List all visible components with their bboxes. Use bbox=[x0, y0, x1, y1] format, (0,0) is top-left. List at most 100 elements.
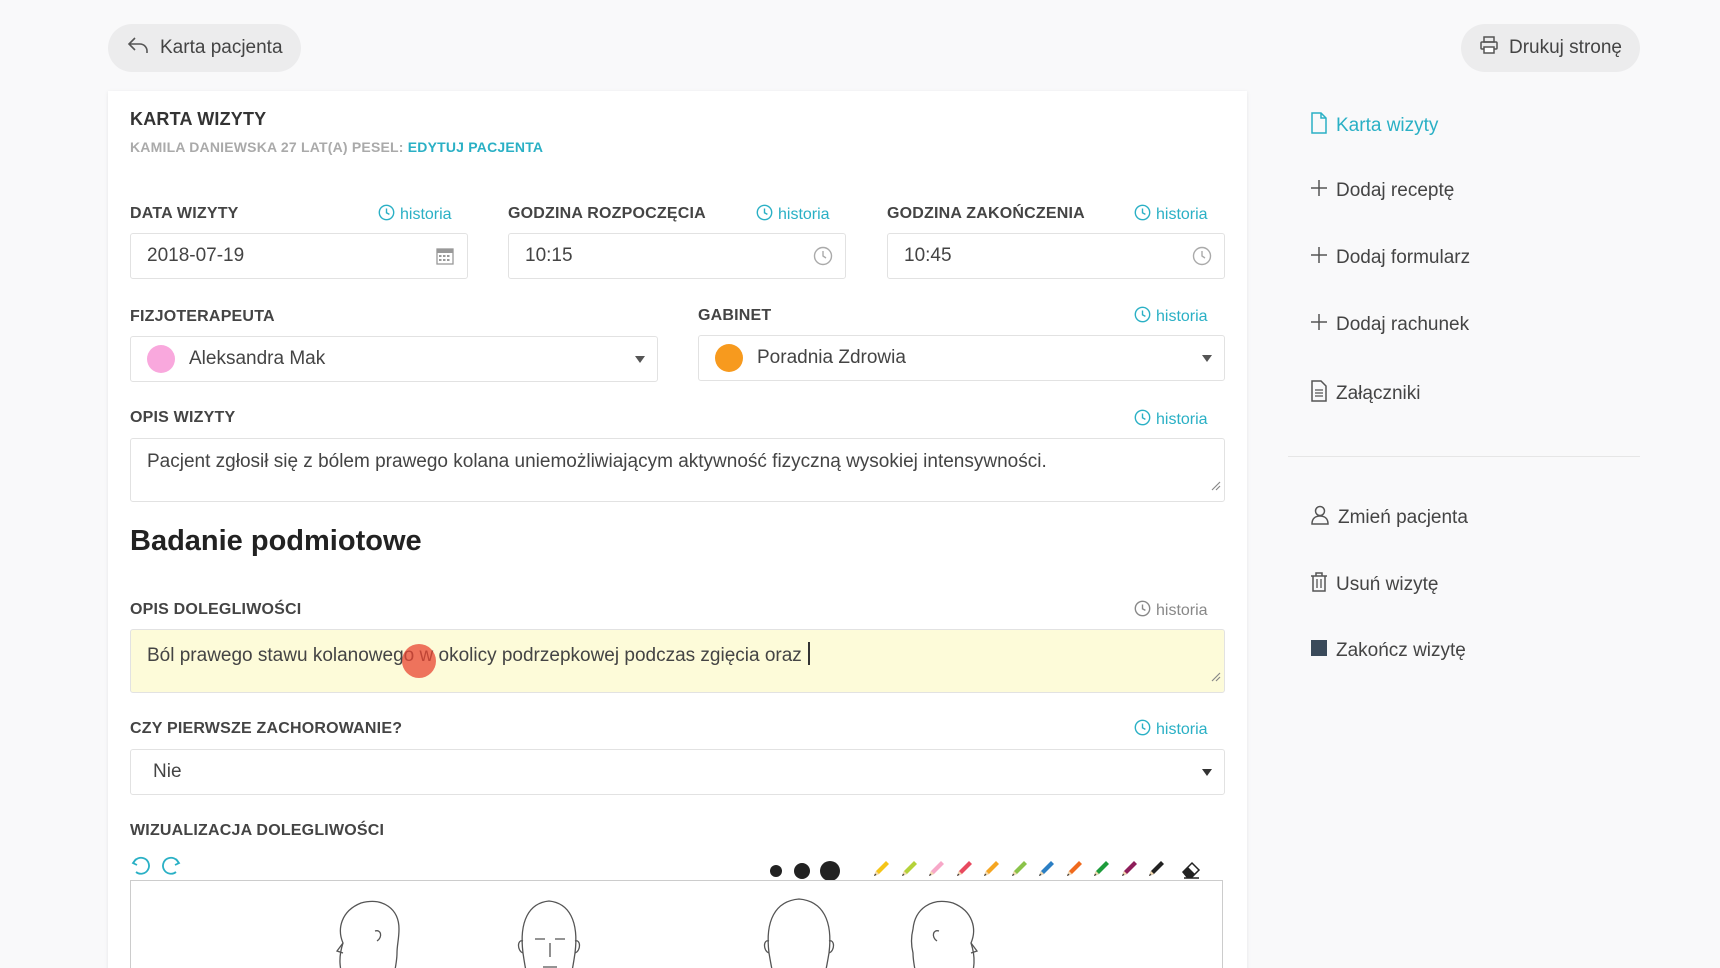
complaint-value: Ból prawego stawu kolanowego w okolicy p… bbox=[147, 645, 802, 666]
head-outlines bbox=[335, 898, 979, 968]
card-title: KARTA WIZYTY bbox=[130, 109, 267, 129]
first-illness-history-link[interactable]: historia bbox=[1134, 719, 1208, 741]
brush-size-small[interactable] bbox=[770, 865, 782, 877]
sidebar-item-label: Zmień pacjenta bbox=[1338, 507, 1468, 528]
drawing-toolbar bbox=[130, 853, 1201, 883]
printer-icon bbox=[1479, 35, 1499, 61]
body-drawing-canvas[interactable] bbox=[130, 880, 1223, 968]
sidebar-item-label: Dodaj formularz bbox=[1336, 247, 1471, 268]
office-color-dot bbox=[715, 344, 743, 372]
plus-icon bbox=[1310, 246, 1328, 270]
sidebar-item-visit-card[interactable]: Karta wizyty bbox=[1310, 112, 1438, 140]
clock-icon bbox=[1134, 306, 1151, 328]
date-history-link[interactable]: historia bbox=[378, 204, 452, 226]
sidebar-item-label: Zakończ wizytę bbox=[1336, 640, 1466, 661]
office-history-link[interactable]: historia bbox=[1134, 306, 1208, 328]
pointer-cursor bbox=[402, 644, 436, 678]
therapist-label: FIZJOTERAPEUTA bbox=[130, 308, 275, 325]
sidebar-item-change-patient[interactable]: Zmień pacjenta bbox=[1310, 505, 1468, 531]
clock-icon bbox=[1134, 719, 1151, 741]
sidebar-item-add-prescription[interactable]: Dodaj receptę bbox=[1310, 179, 1454, 203]
clock-icon bbox=[1134, 204, 1151, 226]
first-illness-value: Nie bbox=[153, 761, 182, 782]
print-page-button[interactable]: Drukuj stronę bbox=[1461, 24, 1640, 72]
start-time-history-label: historia bbox=[778, 206, 830, 223]
redo-icon[interactable] bbox=[160, 855, 182, 882]
reply-arrow-icon bbox=[126, 35, 150, 61]
date-label: DATA WIZYTY bbox=[130, 205, 239, 222]
end-time-input[interactable]: 10:45 bbox=[887, 233, 1225, 279]
clock-icon bbox=[1134, 600, 1151, 622]
complaint-label: OPIS DOLEGLIWOŚCI bbox=[130, 601, 302, 618]
visit-date-value: 2018-07-19 bbox=[147, 245, 245, 266]
file-text-icon bbox=[1310, 380, 1328, 408]
visit-card-panel: KARTA WIZYTY KAMILA DANIEWSKA 27 LAT(A) … bbox=[108, 91, 1247, 968]
clock-icon bbox=[1134, 409, 1151, 431]
chevron-down-icon bbox=[1202, 769, 1212, 776]
patient-info: KAMILA DANIEWSKA 27 LAT(A) PESEL: EDYTUJ… bbox=[130, 139, 543, 155]
plus-icon bbox=[1310, 179, 1328, 203]
start-time-value: 10:15 bbox=[525, 245, 573, 266]
sidebar-item-label: Załączniki bbox=[1336, 383, 1421, 404]
section-title: Badanie podmiotowe bbox=[130, 525, 422, 557]
sidebar-item-finish-visit[interactable]: Zakończ wizytę bbox=[1310, 639, 1466, 663]
back-to-patient-button[interactable]: Karta pacjenta bbox=[108, 24, 301, 72]
complaint-history-link[interactable]: historia bbox=[1134, 600, 1208, 622]
clock-icon bbox=[378, 204, 395, 226]
sidebar-item-label: Karta wizyty bbox=[1336, 115, 1439, 136]
start-time-input[interactable]: 10:15 bbox=[508, 233, 846, 279]
date-history-label: historia bbox=[400, 206, 452, 223]
sidebar-item-label: Dodaj rachunek bbox=[1336, 314, 1470, 335]
sidebar-item-add-bill[interactable]: Dodaj rachunek bbox=[1310, 313, 1469, 337]
end-time-label: GODZINA ZAKOŃCZENIA bbox=[887, 205, 1085, 222]
start-time-history-link[interactable]: historia bbox=[756, 204, 830, 226]
text-caret bbox=[807, 642, 810, 665]
sidebar-item-label: Usuń wizytę bbox=[1336, 574, 1439, 595]
resize-handle-icon[interactable] bbox=[1211, 475, 1221, 498]
plus-icon bbox=[1310, 313, 1328, 337]
trash-icon bbox=[1310, 572, 1328, 598]
sidebar-item-add-form[interactable]: Dodaj formularz bbox=[1310, 246, 1470, 270]
patient-info-text: KAMILA DANIEWSKA 27 LAT(A) PESEL: bbox=[130, 139, 408, 155]
clock-icon[interactable] bbox=[813, 246, 833, 272]
complaint-textarea[interactable]: Ból prawego stawu kolanowego w okolicy p… bbox=[130, 629, 1225, 693]
sidebar-divider bbox=[1288, 456, 1640, 457]
undo-icon[interactable] bbox=[130, 855, 152, 882]
calendar-icon[interactable] bbox=[435, 246, 455, 272]
clock-icon bbox=[756, 204, 773, 226]
end-time-value: 10:45 bbox=[904, 245, 952, 266]
resize-handle-icon[interactable] bbox=[1211, 666, 1221, 689]
first-illness-history-label: historia bbox=[1156, 721, 1208, 738]
therapist-select[interactable]: Aleksandra Mak bbox=[130, 336, 658, 382]
therapist-color-dot bbox=[147, 345, 175, 373]
visit-description-value: Pacjent zgłosił się z bólem prawego kola… bbox=[147, 451, 1047, 472]
complaint-history-label: historia bbox=[1156, 602, 1208, 619]
visit-description-history-link[interactable]: historia bbox=[1134, 409, 1208, 431]
stop-square-icon bbox=[1310, 639, 1328, 663]
end-time-history-label: historia bbox=[1156, 206, 1208, 223]
brush-size-large[interactable] bbox=[820, 861, 840, 881]
therapist-value: Aleksandra Mak bbox=[189, 348, 326, 369]
chevron-down-icon bbox=[1202, 355, 1212, 362]
end-time-history-link[interactable]: historia bbox=[1134, 204, 1208, 226]
sidebar-item-delete-visit[interactable]: Usuń wizytę bbox=[1310, 572, 1438, 598]
first-illness-select[interactable]: Nie bbox=[130, 749, 1225, 795]
visit-date-input[interactable]: 2018-07-19 bbox=[130, 233, 468, 279]
visit-description-label: OPIS WIZYTY bbox=[130, 409, 236, 426]
sidebar-item-label: Dodaj receptę bbox=[1336, 180, 1455, 201]
clock-icon[interactable] bbox=[1192, 246, 1212, 272]
edit-patient-link[interactable]: EDYTUJ PACJENTA bbox=[408, 139, 544, 155]
first-illness-label: CZY PIERWSZE ZACHOROWANIE? bbox=[130, 720, 403, 737]
office-select[interactable]: Poradnia Zdrowia bbox=[698, 335, 1225, 381]
sidebar-item-attachments[interactable]: Załączniki bbox=[1310, 380, 1420, 408]
chevron-down-icon bbox=[635, 356, 645, 363]
start-time-label: GODZINA ROZPOCZĘCIA bbox=[508, 205, 706, 222]
visit-description-textarea[interactable]: Pacjent zgłosił się z bólem prawego kola… bbox=[130, 438, 1225, 502]
office-value: Poradnia Zdrowia bbox=[757, 347, 906, 368]
print-button-label: Drukuj stronę bbox=[1509, 37, 1622, 58]
brush-size-medium[interactable] bbox=[794, 863, 810, 879]
office-history-label: historia bbox=[1156, 308, 1208, 325]
office-label: GABINET bbox=[698, 307, 772, 324]
user-icon bbox=[1310, 505, 1330, 531]
visit-description-history-label: historia bbox=[1156, 411, 1208, 428]
